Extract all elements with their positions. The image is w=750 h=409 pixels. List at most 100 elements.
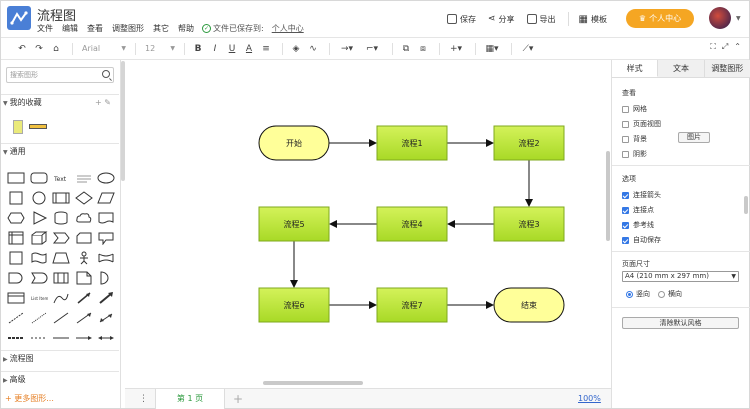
callout-shape[interactable]	[97, 231, 115, 245]
align-icon[interactable]: ≡	[259, 42, 273, 56]
zoom-level[interactable]: 100%	[578, 394, 601, 403]
parallelogram-shape[interactable]	[97, 191, 115, 205]
fit-screen-icon[interactable]: ⛶	[710, 42, 716, 52]
menu-arrange[interactable]: 调整图形	[112, 23, 144, 34]
menu-help[interactable]: 帮助	[178, 23, 194, 34]
bold-icon[interactable]: B	[191, 42, 205, 56]
send-back-icon[interactable]: ⧈	[416, 42, 430, 56]
checkbox[interactable]	[622, 135, 629, 143]
checkbox-checked[interactable]	[622, 236, 629, 244]
image-button[interactable]: 图片	[678, 132, 710, 143]
underline-icon[interactable]: U	[225, 42, 239, 56]
paper-size-select[interactable]: A4 (210 mm x 297 mm) ▼	[622, 271, 739, 282]
page-menu-icon[interactable]: ⋮	[139, 394, 148, 404]
tab-text[interactable]: 文本	[658, 60, 705, 77]
flow-node-p3[interactable]: 流程3	[493, 206, 565, 242]
redo-icon[interactable]: ↷	[32, 42, 46, 56]
menu-edit[interactable]: 编辑	[62, 23, 78, 34]
export-button[interactable]: 导出	[526, 14, 556, 25]
favorites-tools[interactable]: + ✎	[95, 95, 111, 110]
note-shape[interactable]	[75, 271, 93, 285]
chevron-down-icon[interactable]: ▼	[736, 15, 741, 22]
canvas-vertical-scrollbar[interactable]	[606, 151, 610, 241]
half-circle-shape[interactable]	[97, 271, 115, 285]
actor-shape[interactable]	[75, 251, 93, 265]
page-tab-1[interactable]: 第 1 页	[155, 389, 225, 409]
save-button[interactable]: 保存	[447, 14, 476, 25]
page-view-checkbox[interactable]: 页面视图	[622, 119, 661, 129]
bring-front-icon[interactable]: ⧉	[399, 42, 413, 56]
undo-icon[interactable]: ↶	[15, 42, 29, 56]
right-panel-scrollbar[interactable]	[744, 196, 748, 214]
horizontal-line-shape[interactable]	[52, 331, 70, 345]
trapezoid-shape[interactable]	[52, 251, 70, 265]
delay-shape[interactable]	[7, 271, 25, 285]
menu-extras[interactable]: 其它	[153, 23, 169, 34]
curve-shape[interactable]	[52, 291, 70, 305]
table-icon[interactable]: ▦▾	[482, 42, 502, 56]
cloud-shape[interactable]	[75, 211, 93, 225]
checkbox[interactable]	[622, 150, 629, 158]
square-shape[interactable]	[7, 191, 25, 205]
radio[interactable]	[658, 290, 665, 298]
avatar[interactable]	[709, 7, 731, 29]
fill-color-icon[interactable]: ◈	[289, 42, 303, 56]
tab-arrange[interactable]: 调整图形	[705, 60, 750, 77]
reset-style-button[interactable]: 清除默认风格	[622, 317, 739, 329]
font-color-icon[interactable]: A	[242, 42, 256, 56]
flow-node-p6[interactable]: 流程6	[258, 287, 330, 323]
flow-node-start[interactable]: 开始	[258, 125, 330, 161]
triangle-shape[interactable]	[30, 211, 48, 225]
flow-node-p4[interactable]: 流程4	[376, 206, 448, 242]
flow-node-p1[interactable]: 流程1	[376, 125, 448, 161]
cylinder-shape[interactable]	[52, 211, 70, 225]
connection-points-checkbox[interactable]: 连接点	[622, 205, 654, 215]
tape-shape[interactable]	[30, 251, 48, 265]
checkbox[interactable]	[622, 105, 629, 113]
flow-node-p5[interactable]: 流程5	[258, 206, 330, 242]
cube-shape[interactable]	[30, 231, 48, 245]
manual-input-shape[interactable]	[52, 271, 70, 285]
dashed-line-shape[interactable]	[7, 311, 25, 325]
add-page-icon[interactable]: +	[233, 392, 243, 406]
connection-arrows-checkbox[interactable]: 连接箭头	[622, 190, 661, 200]
wave-shape[interactable]	[97, 251, 115, 265]
template-button[interactable]: ▦ 模板	[579, 14, 607, 25]
save-target-link[interactable]: 个人中心	[272, 23, 304, 34]
search-icon[interactable]	[102, 70, 110, 78]
card-shape[interactable]	[75, 231, 93, 245]
canvas-horizontal-scrollbar[interactable]	[263, 381, 363, 385]
checkbox-checked[interactable]	[622, 206, 629, 214]
background-checkbox[interactable]: 背景	[622, 134, 647, 144]
font-size-select[interactable]: 12 ▼	[142, 42, 178, 56]
list-shape[interactable]: List Item	[30, 291, 48, 305]
autosave-checkbox[interactable]: 自动保存	[622, 235, 661, 245]
tab-style[interactable]: 样式	[612, 60, 659, 77]
section-general[interactable]: ▼ 通用	[1, 143, 119, 159]
favorite-shape-1[interactable]	[13, 120, 23, 134]
internal-storage-shape[interactable]	[7, 231, 25, 245]
font-family-select[interactable]: Arial ▼	[79, 42, 129, 56]
section-favorites[interactable]: ▼ 我的收藏 + ✎	[1, 94, 119, 110]
favorite-shape-2[interactable]	[29, 124, 47, 129]
italic-icon[interactable]: I	[208, 42, 222, 56]
share-button[interactable]: ⋖ 分享	[488, 14, 515, 25]
hexagon-shape[interactable]	[7, 211, 25, 225]
diagram-canvas[interactable]: 开始 流程1 流程2 流程3 流程4 流程5 流程6 流程7 结束	[125, 60, 611, 388]
checkbox[interactable]	[622, 120, 629, 128]
grid-checkbox[interactable]: 网格	[622, 104, 647, 114]
waypoint-style-icon[interactable]: ⌐▾	[361, 42, 383, 56]
more-shapes-button[interactable]: + 更多图形...	[5, 393, 54, 404]
magic-wand-icon[interactable]: ⟋▾	[518, 42, 538, 56]
display-shape[interactable]	[30, 271, 48, 285]
flow-node-p7[interactable]: 流程7	[376, 287, 448, 323]
textbox-shape[interactable]	[75, 171, 93, 185]
process-shape[interactable]	[52, 191, 70, 205]
diamond-shape[interactable]	[74, 191, 93, 205]
checkbox-checked[interactable]	[622, 191, 629, 199]
flow-node-p2[interactable]: 流程2	[493, 125, 565, 161]
arrow-shape[interactable]	[97, 291, 115, 305]
step-shape[interactable]	[52, 231, 70, 245]
connector-style-icon[interactable]: →▾	[336, 42, 358, 56]
insert-icon[interactable]: +▾	[446, 42, 466, 56]
